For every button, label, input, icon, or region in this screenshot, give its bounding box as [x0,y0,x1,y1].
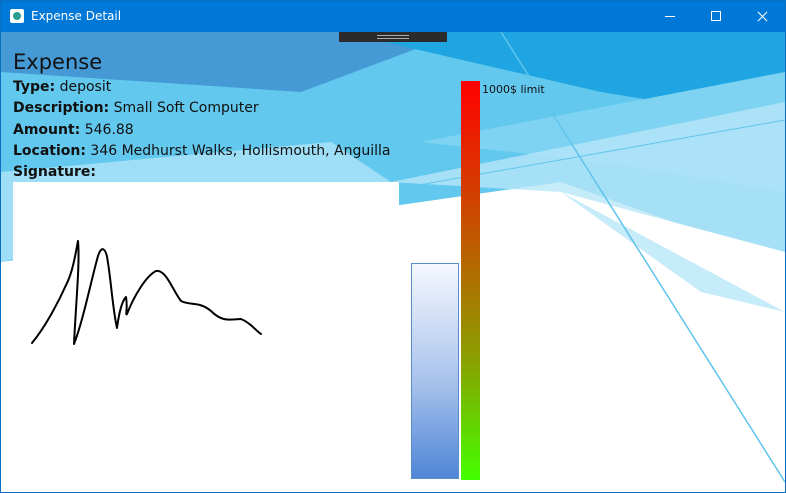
type-value: deposit [59,79,112,95]
expense-detail-window: Expense Detail Expense Type: deposit Des… [0,0,786,493]
drag-handle[interactable] [339,32,447,42]
location-value: 346 Medhurst Walks, Hollismouth, Anguill… [90,143,391,159]
location-row: Location: 346 Medhurst Walks, Hollismout… [13,141,390,162]
title-bar: Expense Detail [1,1,785,32]
limit-bar [461,81,480,480]
amount-bar [411,263,459,479]
amount-row: Amount: 546.88 [13,120,134,141]
signature-label: Signature: [13,164,96,180]
type-row: Type: deposit [13,77,111,98]
description-row: Description: Small Soft Computer [13,98,259,119]
description-value: Small Soft Computer [113,100,259,116]
description-label: Description: [13,100,110,116]
maximize-button[interactable] [693,1,739,32]
limit-label: 1000$ limit [482,83,545,96]
amount-label: Amount: [13,122,81,138]
amount-value: 546.88 [84,122,134,138]
close-button[interactable] [739,1,785,32]
signature-drawing [31,240,262,345]
minimize-button[interactable] [647,1,693,32]
window-title: Expense Detail [31,9,122,23]
signature-row: Signature: [13,162,96,183]
location-label: Location: [13,143,86,159]
page-title: Expense [13,50,103,74]
app-icon [10,9,24,23]
type-label: Type: [13,79,56,95]
